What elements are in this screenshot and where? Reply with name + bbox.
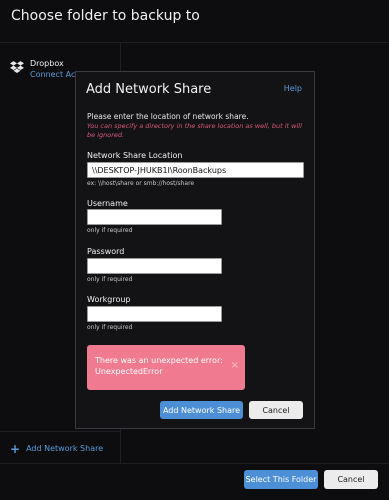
workgroup-hint: only if required	[87, 324, 133, 331]
dialog-cancel-button[interactable]: Cancel	[249, 401, 303, 419]
plus-icon: +	[10, 441, 21, 456]
password-input[interactable]	[87, 258, 222, 274]
connect-account-link[interactable]: Connect Account	[30, 69, 76, 80]
error-alert: There was an unexpected error: Unexpecte…	[87, 345, 245, 390]
username-input[interactable]	[87, 209, 222, 225]
error-message: There was an unexpected error: Unexpecte…	[95, 356, 223, 376]
add-network-share-button[interactable]: Add Network Share	[160, 401, 243, 419]
username-label: Username	[87, 199, 128, 208]
cancel-button[interactable]: Cancel	[324, 470, 378, 489]
add-network-share-link[interactable]: + Add Network Share	[10, 441, 104, 456]
location-example: ex: \\host\share or smb://host/share	[87, 180, 195, 187]
location-label: Network Share Location	[87, 151, 183, 160]
close-icon[interactable]: ×	[231, 361, 239, 371]
dialog-title: Add Network Share	[86, 82, 212, 97]
dropbox-icon	[10, 61, 24, 73]
password-label: Password	[87, 247, 125, 256]
select-folder-button[interactable]: Select This Folder	[244, 470, 318, 489]
sidebar-divider	[0, 431, 120, 432]
add-network-share-dialog: Add Network Share Help Please enter the …	[75, 71, 315, 429]
username-hint: only if required	[87, 227, 133, 234]
add-network-share-label: Add Network Share	[26, 444, 104, 453]
dialog-intro: Please enter the location of network sha…	[87, 112, 249, 121]
footer-divider	[0, 463, 389, 464]
workgroup-input[interactable]	[87, 306, 222, 322]
password-hint: only if required	[87, 276, 133, 283]
directory-hint: You can specify a directory in the share…	[87, 122, 302, 139]
workgroup-label: Workgroup	[87, 295, 131, 304]
dropbox-name: Dropbox	[30, 59, 64, 68]
sidebar-item-dropbox[interactable]: Dropbox Connect Account	[10, 59, 76, 80]
location-input[interactable]	[87, 162, 304, 178]
page-title: Choose folder to backup to	[11, 8, 200, 24]
help-link[interactable]: Help	[284, 84, 302, 93]
